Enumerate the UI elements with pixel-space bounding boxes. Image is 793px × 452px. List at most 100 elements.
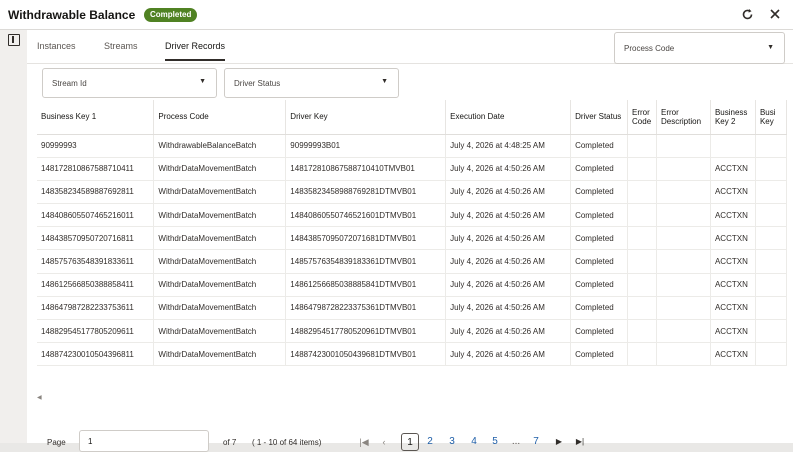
stream-id-select[interactable]: Stream Id ▼ [42, 68, 217, 98]
table-cell: July 4, 2026 at 4:50:26 AM [445, 180, 572, 205]
table-cell [755, 134, 787, 158]
table-cell: 148358234589887692811 [37, 180, 155, 205]
page-button[interactable]: 2 [424, 433, 436, 451]
page-button[interactable]: 3 [446, 433, 458, 451]
table-cell: July 4, 2026 at 4:50:26 AM [445, 296, 572, 321]
column-header[interactable]: Execution Date [445, 100, 572, 135]
table-row[interactable]: 148647987282233753611 WithdrDataMovementB… [37, 296, 787, 321]
table-cell [627, 226, 657, 251]
table-cell [627, 157, 657, 181]
table-cell: 14843857095072071681DTMVB01 [285, 226, 447, 251]
column-header[interactable]: Driver Key [285, 100, 447, 135]
table-cell [656, 273, 711, 297]
driver-status-select[interactable]: Driver Status ▼ [224, 68, 399, 98]
page-button-current[interactable]: 1 [401, 433, 419, 451]
page-title: Withdrawable Balance [8, 8, 136, 22]
table-cell: July 4, 2026 at 4:50:26 AM [445, 157, 572, 181]
table-cell [710, 134, 756, 158]
previous-page-icon[interactable]: ‹ [379, 433, 389, 451]
driver-status-label: Driver Status [234, 79, 281, 88]
table-cell: ACCTXN [710, 296, 756, 321]
column-header[interactable]: Driver Status [570, 100, 629, 135]
table-cell: Completed [570, 273, 629, 297]
chevron-down-icon: ▼ [381, 78, 388, 85]
table-row[interactable]: 148438570950720716811 WithdrDataMovementB… [37, 226, 787, 251]
table-row[interactable]: 148829545177805209611 WithdrDataMovementB… [37, 319, 787, 344]
table-row[interactable]: 148874230010504396811 WithdrDataMovementB… [37, 342, 787, 367]
tab-streams[interactable]: Streams [104, 41, 138, 51]
table-cell [656, 296, 711, 321]
page-button[interactable]: 7 [530, 433, 542, 451]
table-cell: 14882954517780520961DTMVB01 [285, 319, 447, 344]
page-button[interactable]: 5 [489, 433, 501, 451]
table-row[interactable]: 148575763548391833611 WithdrDataMovementB… [37, 249, 787, 274]
table-cell: July 4, 2026 at 4:50:26 AM [445, 203, 572, 228]
table-cell: WithdrDataMovementBatch [153, 296, 287, 321]
table-cell: July 4, 2026 at 4:50:26 AM [445, 319, 572, 344]
table-cell [627, 203, 657, 228]
column-header[interactable]: Busi Key [755, 100, 787, 135]
app-frame: Withdrawable Balance Completed Instances… [0, 0, 793, 452]
table-row[interactable]: 148408605507465216011 WithdrDataMovementB… [37, 203, 787, 228]
refresh-icon-svg [742, 9, 752, 20]
table-cell: July 4, 2026 at 4:48:25 AM [445, 134, 572, 158]
table-cell: 14864798728223375361DTMVB01 [285, 296, 447, 321]
table-cell: WithdrDataMovementBatch [153, 157, 287, 181]
table-cell: ACCTXN [710, 273, 756, 297]
table-cell [656, 134, 711, 158]
table-cell [656, 203, 711, 228]
table-cell: Completed [570, 226, 629, 251]
column-header[interactable]: Business Key 2 [710, 100, 756, 135]
refresh-icon[interactable] [740, 8, 754, 22]
table-cell: 90999993 [37, 134, 155, 158]
page-ellipsis: ... [511, 436, 521, 447]
table-cell: WithdrawableBalanceBatch [153, 134, 287, 158]
table-cell: 148612566850388858411 [37, 273, 155, 297]
tab-instances[interactable]: Instances [37, 41, 76, 51]
table-cell: WithdrDataMovementBatch [153, 273, 287, 297]
table-cell [627, 134, 657, 158]
table-cell [627, 296, 657, 321]
panel-toggle-icon[interactable] [8, 34, 20, 46]
first-page-icon[interactable]: |◀ [357, 433, 371, 451]
table-cell: 14857576354839183361DTMVB01 [285, 249, 447, 274]
table-row[interactable]: 90999993 WithdrawableBalanceBatch 90999993… [37, 134, 787, 158]
table-cell [755, 319, 787, 344]
table-cell [755, 180, 787, 205]
tab-driver-records[interactable]: Driver Records [165, 41, 226, 61]
close-icon[interactable] [768, 8, 782, 22]
column-header[interactable]: Error Code [627, 100, 657, 135]
chevron-down-icon: ▼ [199, 78, 206, 85]
page-button[interactable]: 4 [468, 433, 480, 451]
table-cell [755, 273, 787, 297]
table-cell: July 4, 2026 at 4:50:26 AM [445, 342, 572, 367]
table-cell [627, 180, 657, 205]
column-header[interactable]: Business Key 1 [37, 100, 155, 135]
table-cell: WithdrDataMovementBatch [153, 319, 287, 344]
table-header-row: Business Key 1 Process Code Driver Key Exec… [37, 100, 787, 135]
driver-records-table: Business Key 1 Process Code Driver Key Exec… [37, 100, 787, 390]
table-row[interactable]: 148612566850388858411 WithdrDataMovementB… [37, 273, 787, 297]
next-page-icon[interactable]: ▶ [553, 433, 565, 451]
chevron-down-icon: ▼ [767, 44, 774, 51]
table-cell: Completed [570, 134, 629, 158]
process-code-select[interactable]: Process Code ▼ [614, 32, 785, 64]
table-cell: WithdrDataMovementBatch [153, 226, 287, 251]
table-cell [627, 273, 657, 297]
column-header[interactable]: Process Code [153, 100, 287, 135]
table-cell: July 4, 2026 at 4:50:26 AM [445, 273, 572, 297]
status-badge: Completed [144, 8, 198, 22]
table-row[interactable]: 148172810867588710411 WithdrDataMovementB… [37, 157, 787, 181]
table-body: 90999993 WithdrawableBalanceBatch 90999993… [37, 134, 787, 367]
table-cell: July 4, 2026 at 4:50:26 AM [445, 226, 572, 251]
last-page-icon[interactable]: ▶| [573, 433, 587, 451]
process-code-label: Process Code [624, 44, 675, 53]
page-input[interactable] [79, 430, 209, 452]
table-cell: Completed [570, 296, 629, 321]
column-header[interactable]: Error Description [656, 100, 711, 135]
table-row[interactable]: 148358234589887692811 WithdrDataMovementB… [37, 180, 787, 205]
table-cell: Completed [570, 180, 629, 205]
table-cell [755, 296, 787, 321]
table-cell [656, 319, 711, 344]
title-bar: Withdrawable Balance Completed [0, 0, 793, 30]
